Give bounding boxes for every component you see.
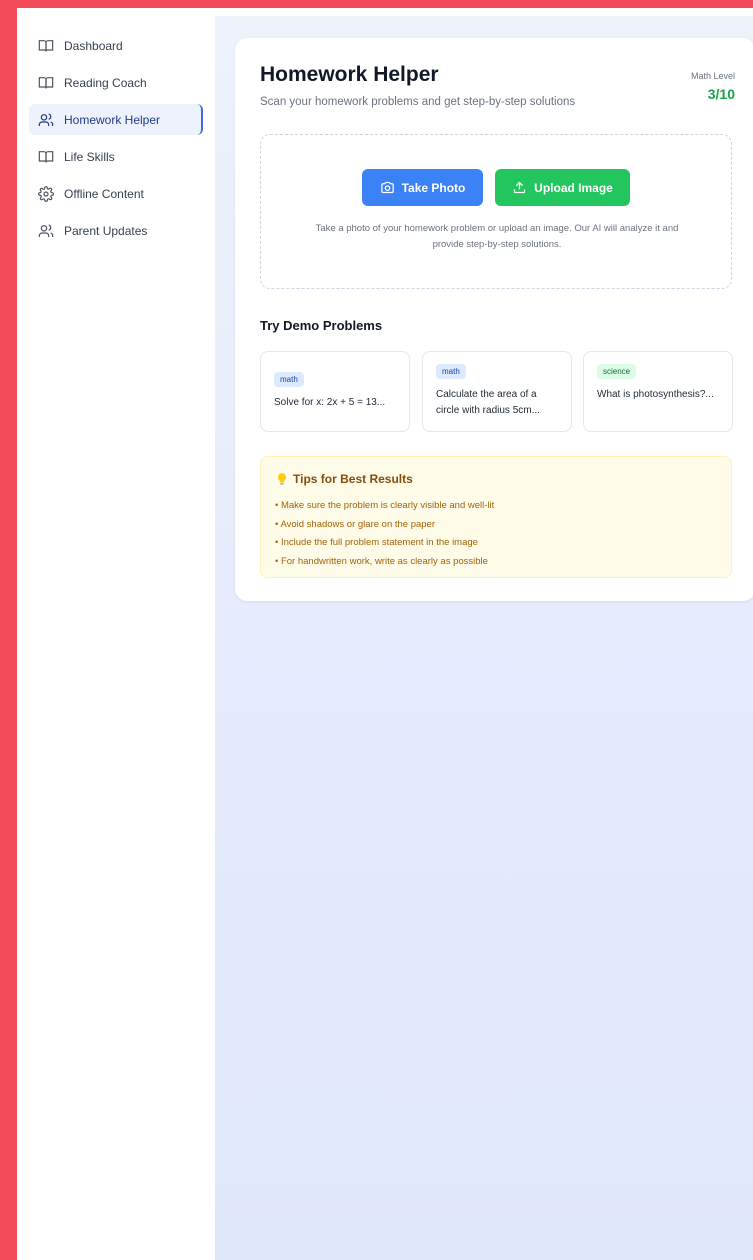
take-photo-button[interactable]: Take Photo xyxy=(362,169,483,206)
math-level-value: 3/10 xyxy=(707,86,735,102)
users-icon xyxy=(38,112,54,128)
lightbulb-icon xyxy=(277,473,287,485)
sidebar-item-life-skills[interactable]: Life Skills xyxy=(29,141,203,172)
book-open-icon xyxy=(38,75,54,91)
tips-panel: Tips for Best Results • Make sure the pr… xyxy=(260,456,732,578)
tip-item: • Avoid shadows or glare on the paper xyxy=(275,518,436,530)
math-level-label: Math Level xyxy=(690,71,735,81)
demo-problem-text: Calculate the area of a circle with radi… xyxy=(436,389,540,416)
sidebar-item-parent-updates[interactable]: Parent Updates xyxy=(29,215,203,246)
app-window: Dashboard Reading Coach Homework Helper … xyxy=(17,8,753,1260)
sidebar-item-label: Offline Content xyxy=(64,186,144,201)
tip-item: • For handwritten work, write as clearly… xyxy=(275,555,488,567)
take-photo-label: Take Photo xyxy=(401,180,466,195)
upload-dropzone[interactable]: Take Photo Upload Image Take a photo of … xyxy=(260,134,732,289)
sidebar-item-label: Parent Updates xyxy=(64,223,148,238)
sidebar-item-homework-helper[interactable]: Homework Helper xyxy=(29,104,203,135)
demo-problem-card[interactable]: science What is photosynthesis?... xyxy=(583,351,733,432)
camera-icon xyxy=(380,181,394,194)
sidebar-item-label: Life Skills xyxy=(64,149,115,164)
demo-problem-card[interactable]: math Calculate the area of a circle with… xyxy=(422,351,572,432)
sidebar-item-dashboard[interactable]: Dashboard xyxy=(29,30,203,61)
demo-problem-card[interactable]: math Solve for x: 2x + 5 = 13... xyxy=(260,351,410,432)
sidebar-item-label: Homework Helper xyxy=(64,112,161,127)
homework-helper-card: Homework Helper Scan your homework probl… xyxy=(235,38,753,601)
book-open-icon xyxy=(38,149,54,165)
subject-tag: math xyxy=(436,364,466,379)
upload-image-label: Upload Image xyxy=(534,180,613,195)
gear-icon xyxy=(38,185,54,202)
sidebar-item-label: Dashboard xyxy=(64,38,123,53)
subject-tag: math xyxy=(274,372,304,387)
tip-item: • Make sure the problem is clearly visib… xyxy=(275,500,495,511)
tip-item: • Include the full problem statement in … xyxy=(275,537,478,548)
tips-list: • Make sure the problem is clearly visib… xyxy=(275,497,494,571)
main-content: Homework Helper Scan your homework probl… xyxy=(215,16,753,1260)
sidebar-item-label: Reading Coach xyxy=(64,75,147,90)
tips-title: Tips for Best Results xyxy=(275,472,413,486)
page-title: Homework Helper xyxy=(260,63,439,86)
demo-problem-text: Solve for x: 2x + 5 = 13... xyxy=(274,397,386,408)
sidebar: Dashboard Reading Coach Homework Helper … xyxy=(17,8,215,1260)
upload-image-button[interactable]: Upload Image xyxy=(495,169,630,206)
users-icon xyxy=(38,223,54,239)
sidebar-item-reading-coach[interactable]: Reading Coach xyxy=(29,67,203,98)
upload-hint: Take a photo of your homework problem or… xyxy=(315,223,679,250)
book-open-icon xyxy=(38,38,54,54)
subject-tag: science xyxy=(597,364,637,379)
demo-problem-text: What is photosynthesis?... xyxy=(597,389,714,400)
tips-title-text: Tips for Best Results xyxy=(293,472,413,486)
sidebar-item-offline-content[interactable]: Offline Content xyxy=(29,178,203,209)
demo-problems-heading: Try Demo Problems xyxy=(260,318,383,333)
page-subtitle: Scan your homework problems and get step… xyxy=(260,96,576,108)
upload-icon xyxy=(514,181,526,194)
